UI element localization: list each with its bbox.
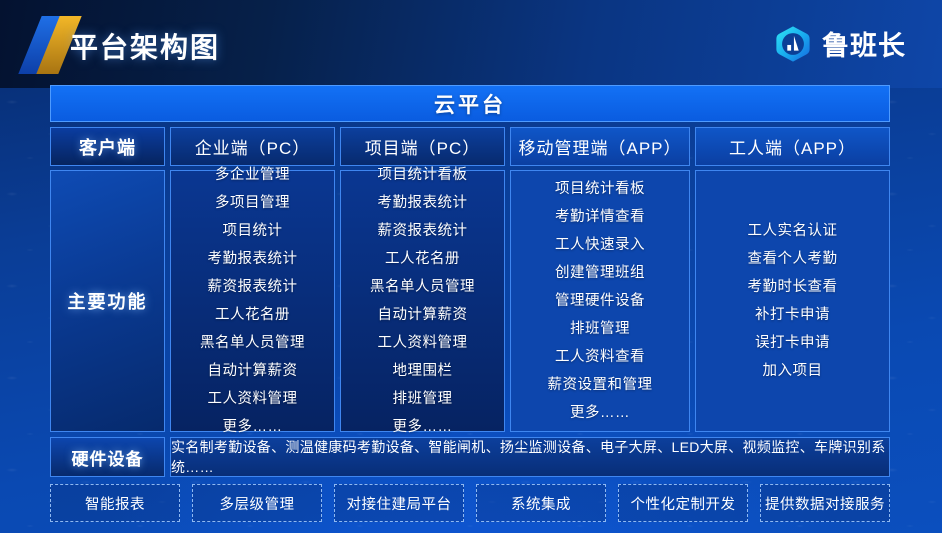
service-tag[interactable]: 多层级管理 (192, 484, 322, 522)
feature-item: 考勤报表统计 (207, 250, 298, 267)
features-label: 主要功能 (67, 292, 148, 312)
feature-item: 薪资报表统计 (377, 222, 468, 239)
service-tag-row: 智能报表 多层级管理 对接住建局平台 系统集成 个性化定制开发 提供数据对接服务 (50, 484, 890, 522)
header-cell-column-1[interactable]: 企业端（PC） (170, 127, 335, 166)
feature-item: 项目统计看板 (555, 180, 645, 197)
feature-item: 查看个人考勤 (747, 250, 838, 267)
service-tag-label: 提供数据对接服务 (765, 496, 885, 513)
feature-item: 工人资料管理 (377, 334, 468, 351)
feature-item: 考勤报表统计 (377, 194, 468, 211)
feature-item: 多企业管理 (215, 166, 290, 183)
feature-item: 创建管理班组 (555, 264, 645, 281)
feature-item: 考勤时长查看 (747, 278, 838, 295)
page-header: 平台架构图 鲁班长 (0, 0, 942, 88)
client-header-row: 客户端 企业端（PC） 项目端（PC） 移动管理端（APP） 工人端（APP） (50, 127, 890, 166)
service-tag[interactable]: 个性化定制开发 (618, 484, 748, 522)
feature-item: 更多…… (222, 418, 283, 435)
feature-item: 工人花名册 (385, 250, 460, 267)
feature-item: 更多…… (570, 404, 630, 421)
feature-item: 工人资料管理 (207, 390, 298, 407)
hardware-label: 硬件设备 (71, 449, 144, 469)
column-header-label: 项目端（PC） (364, 139, 481, 158)
feature-item: 黑名单人员管理 (370, 278, 475, 295)
header-cell-column-3[interactable]: 移动管理端（APP） (510, 127, 690, 166)
hardware-row: 硬件设备 实名制考勤设备、测温健康码考勤设备、智能闸机、扬尘监测设备、电子大屏、… (50, 437, 890, 477)
feature-list-column-1: 多企业管理多项目管理项目统计考勤报表统计 薪资报表统计 工人花名册黑名单人员管理 自动… (170, 167, 335, 435)
slanted-bars-icon (16, 16, 82, 74)
feature-item: 加入项目 (762, 362, 823, 379)
service-tag-label: 系统集成 (511, 496, 571, 513)
page-title: 平台架构图 (70, 32, 221, 63)
service-tag[interactable]: 对接住建局平台 (334, 484, 464, 522)
feature-item: 地理围栏 (392, 362, 453, 379)
hardware-list-cell: 实名制考勤设备、测温健康码考勤设备、智能闸机、扬尘监测设备、电子大屏、LED大屏… (170, 437, 890, 477)
service-tag[interactable]: 系统集成 (476, 484, 606, 522)
feature-list-column-3: 项目统计看板 考勤详情查看 工人快速录入 创建管理班组 管理硬件设备 排班管理工人资料查看… (510, 170, 690, 432)
brand-name: 鲁班长 (822, 31, 906, 61)
service-tag-label: 智能报表 (85, 496, 145, 513)
feature-item: 自动计算薪资 (377, 306, 468, 323)
feature-item: 排班管理 (570, 320, 630, 337)
feature-item: 工人快速录入 (555, 236, 645, 253)
feature-list-column-2: 项目统计看板 考勤报表统计 薪资报表统计 工人花名册黑名单人员管理 自动计算薪资 工人资料… (340, 167, 505, 435)
hardware-list-text: 实名制考勤设备、测温健康码考勤设备、智能闸机、扬尘监测设备、电子大屏、LED大屏… (171, 439, 886, 475)
header-cell-client: 客户端 (50, 127, 165, 166)
service-tag-label: 个性化定制开发 (630, 496, 736, 513)
brand-logo: 鲁班长 (774, 24, 906, 63)
header-cell-column-4[interactable]: 工人端（APP） (695, 127, 890, 166)
feature-item: 管理硬件设备 (555, 292, 645, 309)
service-tag[interactable]: 智能报表 (50, 484, 180, 522)
cloud-platform-label: 云平台 (434, 93, 506, 117)
column-header-label: 企业端（PC） (194, 139, 311, 158)
feature-item: 工人资料查看 (555, 348, 645, 365)
feature-item: 误打卡申请 (755, 334, 830, 351)
feature-item: 薪资报表统计 (207, 278, 298, 295)
feature-list-column-4: 工人实名认证 查看个人考勤 考勤时长查看 补打卡申请误打卡申请加入项目 (695, 170, 890, 432)
luban-hexagon-logo-icon (776, 25, 810, 62)
service-tag-label: 多层级管理 (219, 496, 295, 513)
service-tag[interactable]: 提供数据对接服务 (760, 484, 890, 522)
features-label-cell: 主要功能 (50, 170, 165, 432)
feature-item: 工人实名认证 (747, 222, 838, 239)
feature-item: 黑名单人员管理 (200, 334, 305, 351)
feature-item: 补打卡申请 (755, 306, 830, 323)
feature-item: 薪资设置和管理 (547, 376, 653, 393)
feature-item: 工人花名册 (215, 306, 290, 323)
feature-item: 考勤详情查看 (555, 208, 645, 225)
service-tag-label: 对接住建局平台 (346, 496, 452, 513)
main-features-row: 主要功能 多企业管理 多项目管理 项目统计 考勤报表统计 薪资报表统计 工人花名册 黑名单人… (50, 167, 890, 435)
cloud-platform-banner: 云平台 (50, 85, 890, 122)
feature-item: 多项目管理 (215, 194, 290, 211)
feature-item: 项目统计 (222, 222, 283, 239)
feature-item: 更多…… (392, 418, 453, 435)
header-client-label: 客户端 (79, 137, 136, 158)
column-header-label: 工人端（APP） (728, 139, 857, 158)
header-cell-column-2[interactable]: 项目端（PC） (340, 127, 505, 166)
hardware-label-cell: 硬件设备 (50, 437, 165, 477)
feature-item: 排班管理 (392, 390, 453, 407)
column-header-label: 移动管理端（APP） (518, 139, 682, 158)
feature-item: 项目统计看板 (377, 166, 468, 183)
feature-item: 自动计算薪资 (207, 362, 298, 379)
